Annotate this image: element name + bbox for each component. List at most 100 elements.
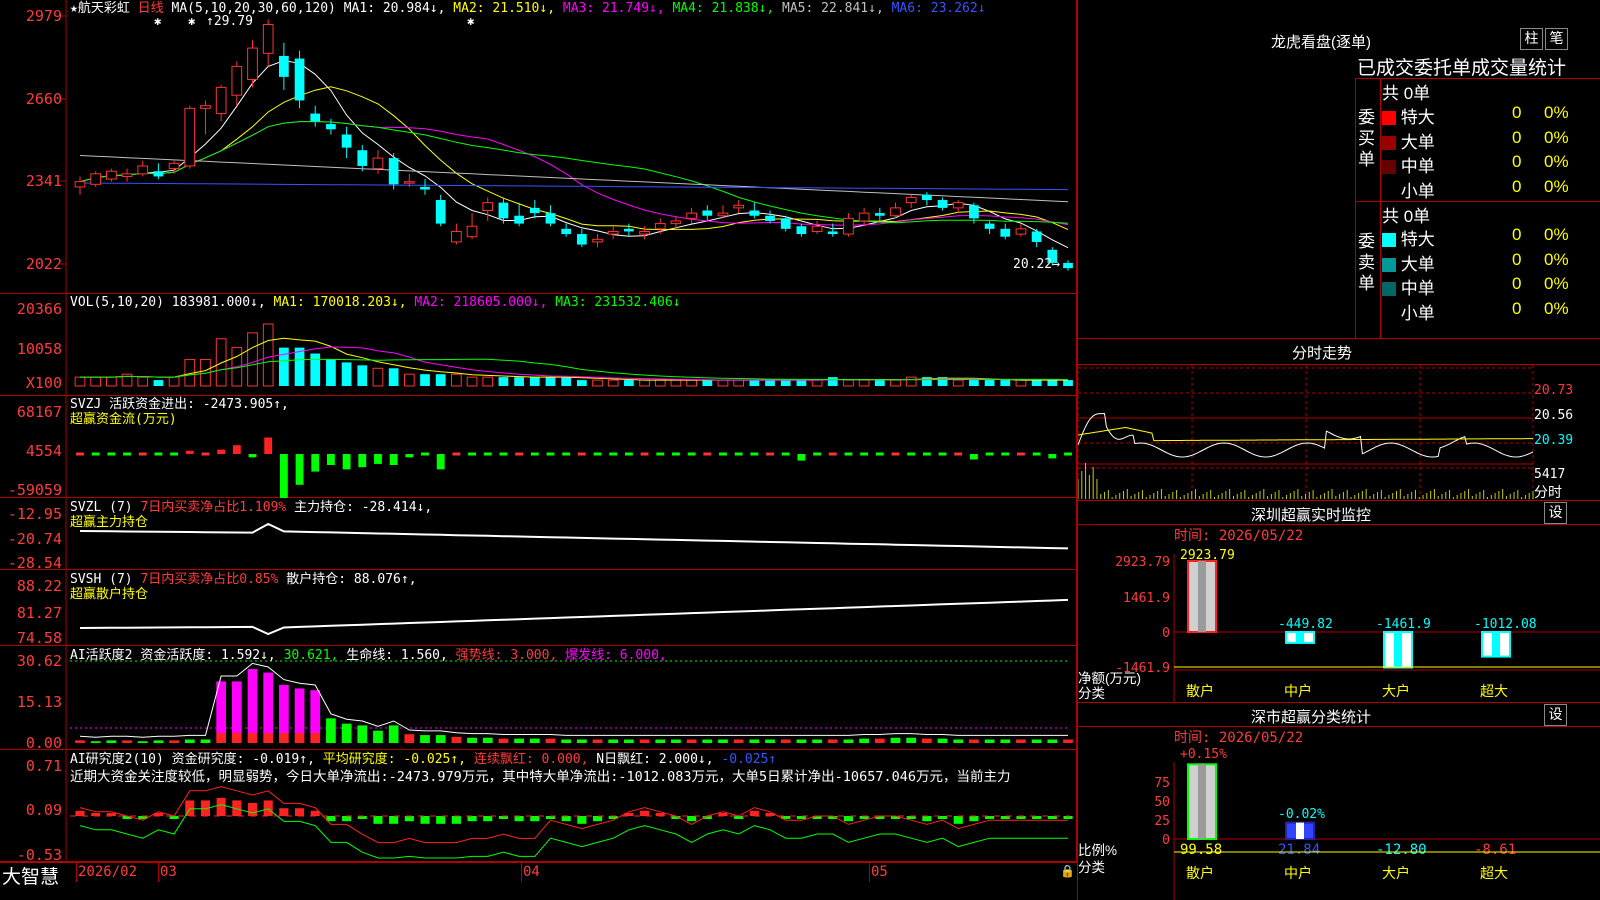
ai-active-panel[interactable]: AI活跃度2 资金活跃度: 1.592↓, 30.621, 生命线: 1.560… — [0, 646, 1077, 750]
bar-mode-button[interactable]: 柱 — [1520, 28, 1543, 50]
svzj-panel[interactable]: SVZJ 活跃资金进出: -2473.905↑, 超赢资金流(万元) — [0, 396, 1077, 498]
svzj-title: SVZJ 活跃资金进出: -2473.905↑, — [70, 397, 289, 412]
order-count: 0 — [1512, 152, 1522, 171]
intraday-chart[interactable] — [1078, 365, 1600, 500]
order-pct: 0% — [1544, 176, 1569, 196]
price-tick: 2979 — [25, 7, 62, 25]
order-row: 特大 0 0% — [1382, 225, 1600, 250]
order-count: 0 — [1512, 176, 1522, 196]
activity-bar — [420, 735, 430, 743]
svzj-dash — [640, 452, 649, 456]
svzj-dash — [828, 452, 837, 456]
color-swatch — [1382, 257, 1396, 272]
candle-body — [514, 215, 524, 224]
class-y-tick: 25 — [1154, 814, 1170, 829]
svzj-bar — [232, 445, 241, 454]
volume-bar — [561, 377, 572, 386]
monitor-chart[interactable]: 2923.79 1461.9 0 -1461.9 2923.79 散户 -449.82 中户 -… — [1078, 524, 1600, 702]
candle-body — [121, 173, 133, 177]
monitor-bar-label: -1012.08 — [1474, 617, 1537, 632]
candle-body — [592, 238, 603, 243]
order-row: 大单 0 0% — [1382, 250, 1600, 275]
main-kline-panel[interactable]: ★航天彩虹 日线 MA(5,10,20,30,60,120) MA1: 20.9… — [0, 0, 1077, 294]
svzl-panel[interactable]: SVZL (7) 7日内买卖净占比1.109% 主力持仓: -28.414↓, … — [0, 498, 1077, 570]
monitor-settings-button[interactable]: 设 — [1544, 502, 1567, 524]
research-bar — [592, 816, 603, 822]
activity-bar-base — [294, 733, 305, 743]
order-type: 特大 — [1400, 108, 1435, 127]
volume-bar — [843, 379, 854, 387]
activity-bar — [310, 690, 321, 733]
svzj-dash — [922, 452, 931, 456]
volume-panel[interactable]: VOL(5,10,20) 183981.000↓, MA1: 170018.20… — [0, 294, 1077, 396]
x-label-mar: 03 — [160, 864, 177, 880]
candle-body — [639, 230, 650, 235]
activity-bar — [733, 739, 744, 743]
tick-mode-button[interactable]: 笔 — [1545, 28, 1568, 50]
class-bar-value: 21.84 — [1278, 842, 1320, 858]
svzj-tick: 68167 — [16, 403, 62, 421]
candle-body — [403, 181, 415, 184]
svzj-dash — [703, 452, 712, 456]
svzj-dash — [954, 452, 963, 456]
order-type: 小单 — [1400, 303, 1435, 323]
volume-bar — [624, 380, 634, 386]
volume-bar — [796, 380, 807, 386]
activity-bar — [1063, 739, 1073, 743]
volume-bar — [247, 332, 258, 387]
lock-icon[interactable]: 🔒 — [1060, 864, 1075, 878]
life-line — [79, 662, 1068, 738]
activity-bar — [498, 738, 509, 743]
ai-research-title-row: AI研究度2(10) 资金研究度: -0.019↑, 平均研究度: -0.025… — [70, 752, 777, 767]
svzj-dash — [483, 452, 492, 456]
svzj-dash — [938, 452, 947, 456]
intraday-tick-high: 20.73 — [1534, 383, 1574, 398]
high-price-label: ↑29.79 — [206, 14, 253, 29]
ma-line-1 — [79, 60, 1069, 249]
activity-bar — [231, 681, 242, 733]
volume-bar — [466, 376, 478, 387]
order-type: 小单 — [1400, 181, 1435, 201]
ma-value-2: MA2: 21.510↓, — [445, 1, 556, 16]
svzj-dash — [891, 452, 900, 456]
ma-line-3 — [79, 121, 1069, 226]
volume-bar — [1063, 380, 1073, 386]
star-icon[interactable]: ★ — [70, 1, 78, 16]
svsh-panel[interactable]: SVSH (7) 7日内买卖净占比0.85% 散户持仓: 88.076↑, 超赢… — [0, 570, 1077, 646]
candle-body — [90, 173, 102, 185]
volume-bar — [90, 376, 102, 387]
order-count: 0 — [1512, 225, 1522, 244]
research-bar — [687, 816, 697, 822]
x-axis: 大智慧 2026/02 03 04 05 🔒 — [0, 862, 1077, 900]
candle-body — [168, 162, 180, 170]
ai-research-panel[interactable]: AI研究度2(10) 资金研究度: -0.019↑, 平均研究度: -0.025… — [0, 750, 1077, 862]
vol-tick: 20366 — [16, 300, 62, 318]
svzj-dash — [719, 452, 727, 456]
activity-bar-base — [216, 733, 227, 743]
kline-chart[interactable] — [0, 0, 1077, 294]
marker-icon: ✱ — [154, 14, 162, 28]
class-settings-button[interactable]: 设 — [1544, 704, 1567, 726]
order-pct: 0% — [1544, 103, 1569, 122]
volume-bar — [74, 376, 86, 387]
svzj-dash — [76, 452, 84, 456]
candle-body — [294, 58, 305, 101]
color-swatch — [1382, 282, 1396, 296]
candle-body — [811, 225, 823, 232]
candle-body — [686, 212, 697, 219]
class-chart[interactable]: 75 50 25 0 99.58 散户 21.84 中户 -12.80 大户 -8.61 超大 +0.1… — [1078, 726, 1600, 900]
class-bar-center — [1198, 764, 1206, 839]
order-row: 小单 0 0% — [1382, 299, 1600, 324]
activity-bar — [482, 737, 493, 743]
candle-body — [372, 157, 384, 170]
activity-bar — [451, 736, 462, 743]
class-title: 深市超赢分类统计 — [1251, 709, 1372, 726]
activity-bar — [921, 738, 932, 743]
svzj-dash — [1032, 452, 1041, 456]
candle-body — [607, 230, 619, 235]
stats-title: 已成交委托单成交量统计 — [1357, 58, 1567, 79]
volume-bar — [654, 379, 666, 387]
candle-body — [498, 202, 509, 219]
candle-body — [262, 23, 274, 54]
candle-body — [827, 231, 838, 235]
